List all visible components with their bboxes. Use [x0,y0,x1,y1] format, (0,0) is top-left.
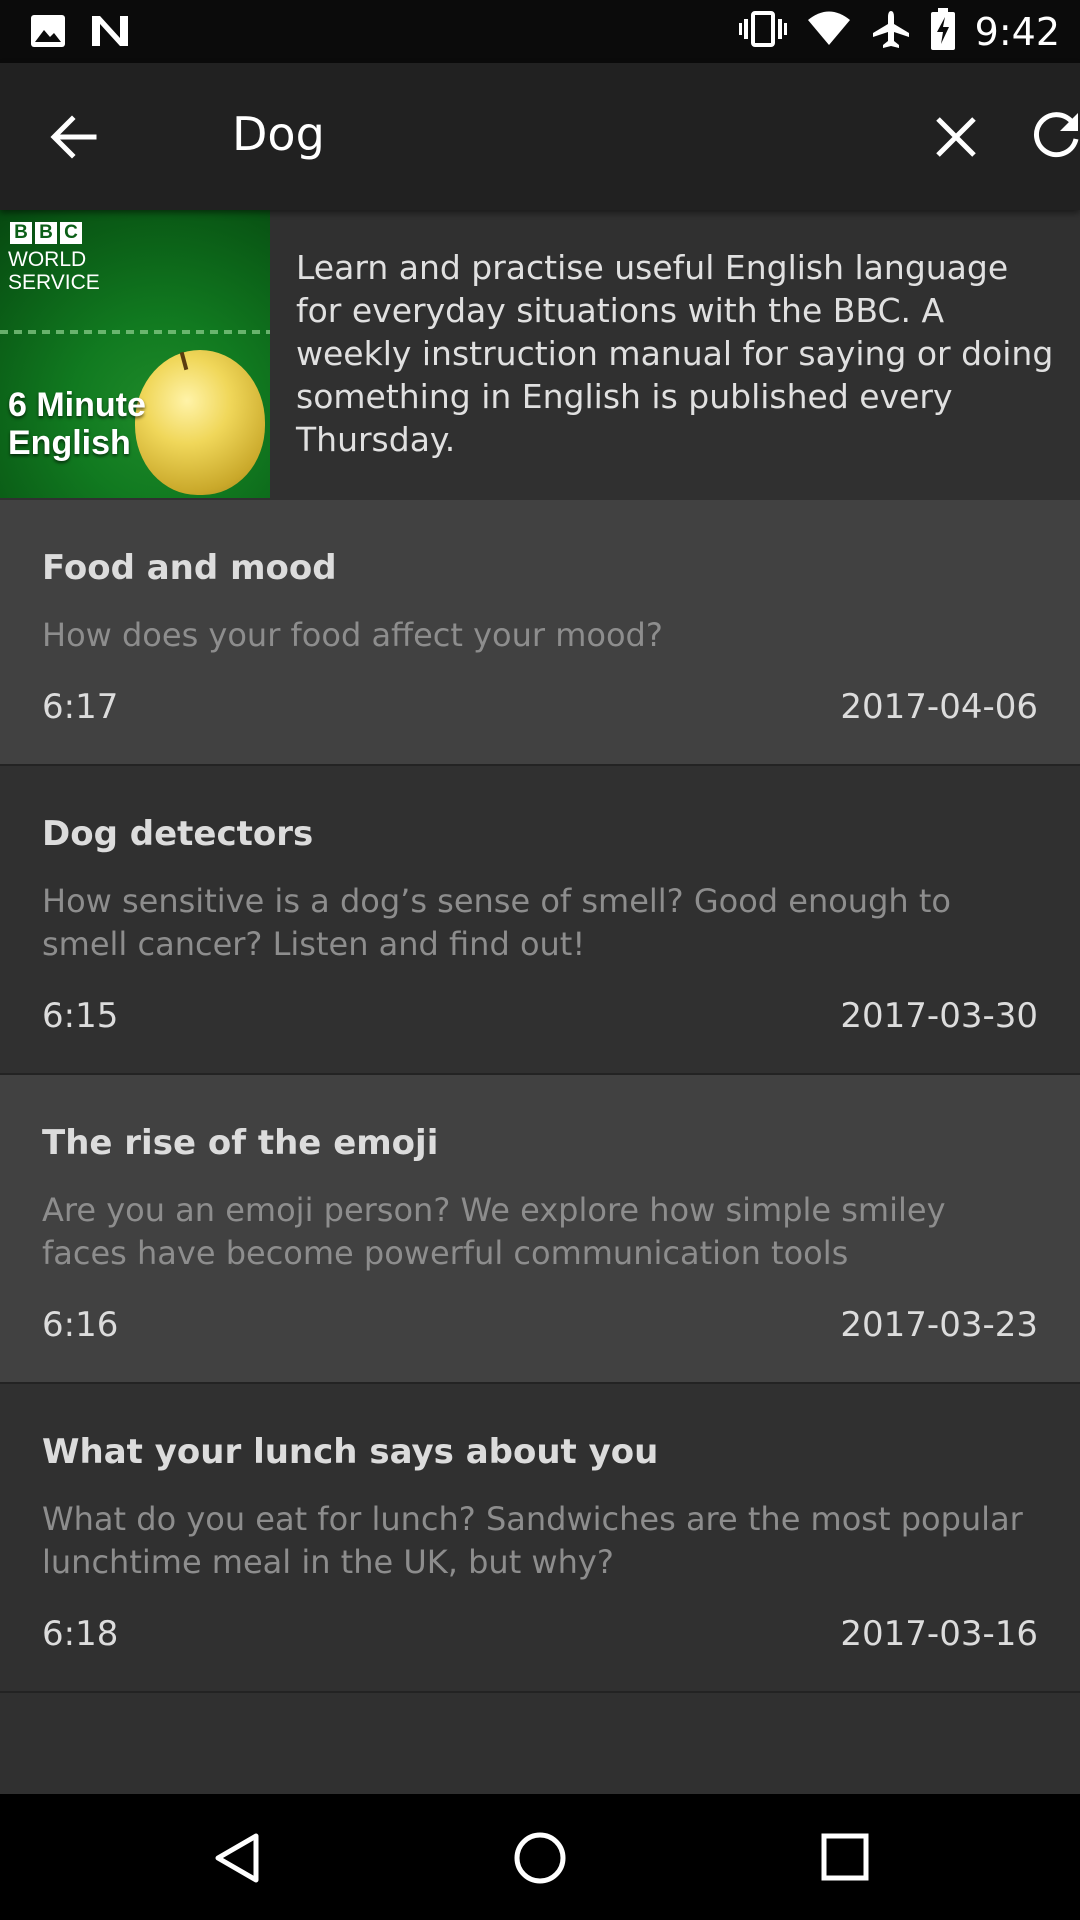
search-query-title: Dog [232,107,325,161]
back-arrow-icon[interactable] [48,111,100,163]
episode-duration: 6:18 [42,1614,119,1654]
episode-date: 2017-03-30 [840,996,1038,1036]
episode-description: How does your food affect your mood? [42,616,663,654]
status-bar: 9:42 [0,0,1080,63]
world-service-label: WORLD SERVICE [8,248,100,294]
bbc-logo: B B C [10,222,82,244]
podcast-header: B B C WORLD SERVICE 6 Minute English Lea… [0,210,1080,500]
close-icon[interactable] [932,113,980,161]
episode-duration: 6:17 [42,687,119,727]
show-name: 6 Minute English [8,386,146,462]
episode-description: How sensitive is a dog’s sense of smell?… [42,882,951,963]
wifi-icon [807,11,851,52]
episode-description: What do you eat for lunch? Sandwiches ar… [42,1500,1023,1581]
battery-charging-icon [930,8,955,55]
status-clock: 9:42 [974,9,1060,54]
system-nav-bar [0,1794,1080,1920]
nav-recents-icon[interactable] [820,1832,870,1882]
episode-duration: 6:15 [42,996,119,1036]
episode-title: Dog detectors [42,814,314,854]
episode-date: 2017-03-16 [840,1614,1038,1654]
episode-title: What your lunch says about you [42,1432,659,1472]
nav-back-icon[interactable] [212,1832,264,1884]
podcast-cover-art: B B C WORLD SERVICE 6 Minute English [0,210,270,498]
image-icon [30,14,66,53]
episode-description: Are you an emoji person? We explore how … [42,1191,946,1272]
episode-card[interactable]: Dog detectors How sensitive is a dog’s s… [0,766,1080,1075]
episode-date: 2017-04-06 [840,687,1038,727]
episode-title: The rise of the emoji [42,1123,439,1163]
podcast-description: Learn and practise useful English langua… [296,248,1054,459]
episode-title: Food and mood [42,548,337,588]
episode-card[interactable]: The rise of the emoji Are you an emoji p… [0,1075,1080,1384]
episode-date: 2017-03-23 [840,1305,1038,1345]
airplane-icon [871,9,911,54]
refresh-icon[interactable] [1030,109,1080,163]
episode-duration: 6:16 [42,1305,119,1345]
vibrate-icon [738,9,787,54]
nav-home-icon[interactable] [512,1830,568,1886]
episode-list: Food and mood How does your food affect … [0,500,1080,1693]
apple-image [135,350,265,495]
episode-card[interactable]: What your lunch says about you What do y… [0,1384,1080,1693]
episode-card[interactable]: Food and mood How does your food affect … [0,500,1080,766]
app-toolbar: Dog [0,63,1080,210]
n-icon [90,14,130,53]
